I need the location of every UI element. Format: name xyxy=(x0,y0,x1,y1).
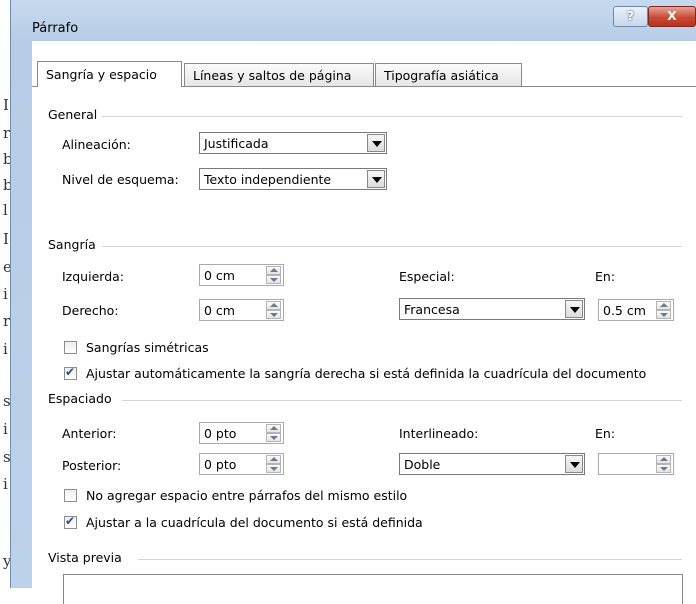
bg-letter: i xyxy=(3,340,8,358)
spin-up-icon[interactable] xyxy=(266,455,281,464)
title-bar[interactable]: Párrafo ? X xyxy=(11,0,696,40)
anterior-value: 0 pto xyxy=(204,426,237,441)
derecho-value: 0 cm xyxy=(204,303,235,318)
bg-letter: i xyxy=(3,475,8,493)
chevron-down-icon[interactable] xyxy=(367,170,385,188)
bg-letter: i xyxy=(3,285,8,303)
ajustar-sangria-checkbox[interactable] xyxy=(64,365,77,380)
izquierda-value: 0 cm xyxy=(204,268,235,283)
sangrias-simetricas-checkbox[interactable] xyxy=(64,341,77,354)
derecho-spinner[interactable]: 0 cm xyxy=(199,299,284,321)
spin-down-icon[interactable] xyxy=(656,310,671,319)
sangria-en-label: En: xyxy=(595,269,616,284)
sangrias-simetricas-label: Sangrías simétricas xyxy=(86,340,209,355)
section-divider xyxy=(122,400,682,401)
spin-down-icon[interactable] xyxy=(266,464,281,473)
spin-up-icon[interactable] xyxy=(266,266,281,275)
spin-down-icon[interactable] xyxy=(266,310,281,319)
interlineado-en-spinner[interactable] xyxy=(598,453,674,475)
interlineado-select[interactable]: Doble xyxy=(399,453,585,475)
tab-lineas-y-saltos[interactable]: Líneas y saltos de página xyxy=(184,63,374,86)
alineacion-label: Alineación: xyxy=(62,137,131,152)
chevron-down-icon[interactable] xyxy=(367,134,385,152)
spin-up-icon[interactable] xyxy=(266,424,281,433)
section-divider xyxy=(102,246,682,247)
nivel-esquema-select[interactable]: Texto independiente xyxy=(199,168,387,190)
chevron-down-icon[interactable] xyxy=(565,300,583,318)
especial-select[interactable]: Francesa xyxy=(399,298,585,320)
chevron-down-icon[interactable] xyxy=(565,455,583,473)
nivel-esquema-value: Texto independiente xyxy=(204,172,332,187)
anterior-label: Anterior: xyxy=(62,426,117,441)
especial-label: Especial: xyxy=(399,269,455,284)
tab-tipografia-asiatica[interactable]: Tipografía asiática xyxy=(375,63,522,86)
section-sangria: Sangría xyxy=(48,237,96,252)
section-divider xyxy=(138,559,682,560)
no-agregar-espacio-checkbox[interactable] xyxy=(64,489,77,502)
spin-down-icon[interactable] xyxy=(266,433,281,442)
alineacion-select[interactable]: Justificada xyxy=(199,132,387,154)
interlineado-value: Doble xyxy=(404,457,441,472)
window-title: Párrafo xyxy=(32,21,79,36)
izquierda-label: Izquierda: xyxy=(62,269,124,284)
spin-up-icon[interactable] xyxy=(656,301,671,310)
tab-sangria-y-espacio[interactable]: Sangría y espacio xyxy=(37,61,182,87)
help-button[interactable]: ? xyxy=(613,6,648,27)
sangria-en-spinner[interactable]: 0.5 cm xyxy=(598,299,674,321)
paragraph-dialog: Párrafo ? X Sangría y espacio Líneas y s… xyxy=(10,0,696,604)
bg-letter: l xyxy=(3,201,8,219)
interlineado-en-label: En: xyxy=(595,426,616,441)
section-divider xyxy=(102,116,682,117)
spin-up-icon[interactable] xyxy=(266,301,281,310)
posterior-value: 0 pto xyxy=(204,457,237,472)
derecho-label: Derecho: xyxy=(62,303,119,318)
interlineado-label: Interlineado: xyxy=(399,426,479,441)
dialog-panel: Sangría y espacio Líneas y saltos de pág… xyxy=(32,41,696,604)
ajustar-sangria-label: Ajustar automáticamente la sangría derec… xyxy=(86,366,647,381)
bg-letter: I xyxy=(3,230,9,248)
spin-down-icon[interactable] xyxy=(656,464,671,473)
nivel-esquema-label: Nivel de esquema: xyxy=(62,172,179,187)
no-agregar-espacio-label: No agregar espacio entre párrafos del mi… xyxy=(86,488,408,503)
izquierda-spinner[interactable]: 0 cm xyxy=(199,264,284,286)
anterior-spinner[interactable]: 0 pto xyxy=(199,422,284,444)
section-general: General xyxy=(48,107,98,122)
tab-strip: Sangría y espacio Líneas y saltos de pág… xyxy=(32,61,696,93)
bg-letter: i xyxy=(3,420,8,438)
section-vista-previa: Vista previa xyxy=(48,550,122,565)
spin-up-icon[interactable] xyxy=(656,455,671,464)
posterior-label: Posterior: xyxy=(62,458,122,473)
close-button[interactable]: X xyxy=(648,6,696,27)
sangria-en-value: 0.5 cm xyxy=(603,303,646,318)
bg-letter: I xyxy=(3,96,9,114)
preview-box xyxy=(63,574,683,604)
posterior-spinner[interactable]: 0 pto xyxy=(199,453,284,475)
section-espaciado: Espaciado xyxy=(48,391,112,406)
ajustar-cuadricula-checkbox[interactable] xyxy=(64,514,77,529)
ajustar-cuadricula-label: Ajustar a la cuadrícula del documento si… xyxy=(86,515,423,530)
alineacion-value: Justificada xyxy=(204,136,269,151)
especial-value: Francesa xyxy=(404,302,460,317)
spin-down-icon[interactable] xyxy=(266,275,281,284)
